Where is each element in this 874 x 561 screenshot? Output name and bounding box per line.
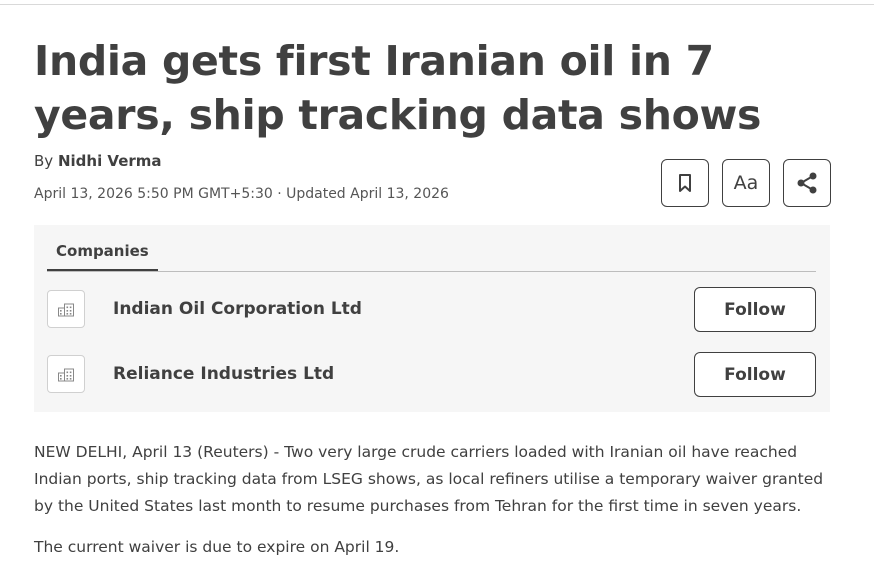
share-icon (797, 172, 817, 194)
text-size-button[interactable]: Aa (722, 159, 770, 207)
text-size-label: Aa (733, 172, 759, 194)
byline: By Nidhi Verma (34, 152, 162, 170)
tab-companies[interactable]: Companies (47, 225, 158, 272)
follow-button[interactable]: Follow (694, 352, 816, 397)
share-button[interactable] (783, 159, 831, 207)
company-name-link[interactable]: Reliance Industries Ltd (113, 364, 334, 384)
byline-prefix: By (34, 152, 54, 170)
author-link[interactable]: Nidhi Verma (58, 152, 162, 170)
bookmark-button[interactable] (661, 159, 709, 207)
article-paragraph: The current waiver is due to expire on A… (34, 538, 400, 556)
companies-panel: Companies Indian Oil Corporation Ltd Fol… (34, 225, 830, 412)
follow-button[interactable]: Follow (694, 287, 816, 332)
company-row: Reliance Industries Ltd Follow (47, 352, 816, 400)
article-tools: Aa (661, 159, 831, 207)
building-icon (47, 290, 85, 328)
building-icon (47, 355, 85, 393)
dateline: April 13, 2026 5:50 PM GMT+5:30 · Update… (34, 186, 449, 202)
tab-divider (47, 271, 816, 272)
bookmark-icon (679, 174, 691, 192)
company-row: Indian Oil Corporation Ltd Follow (47, 287, 816, 335)
article-headline: India gets first Iranian oil in 7 years,… (34, 37, 762, 139)
top-divider (0, 4, 874, 5)
company-name-link[interactable]: Indian Oil Corporation Ltd (113, 299, 362, 319)
article-paragraph: NEW DELHI, April 13 (Reuters) - Two very… (34, 443, 824, 515)
